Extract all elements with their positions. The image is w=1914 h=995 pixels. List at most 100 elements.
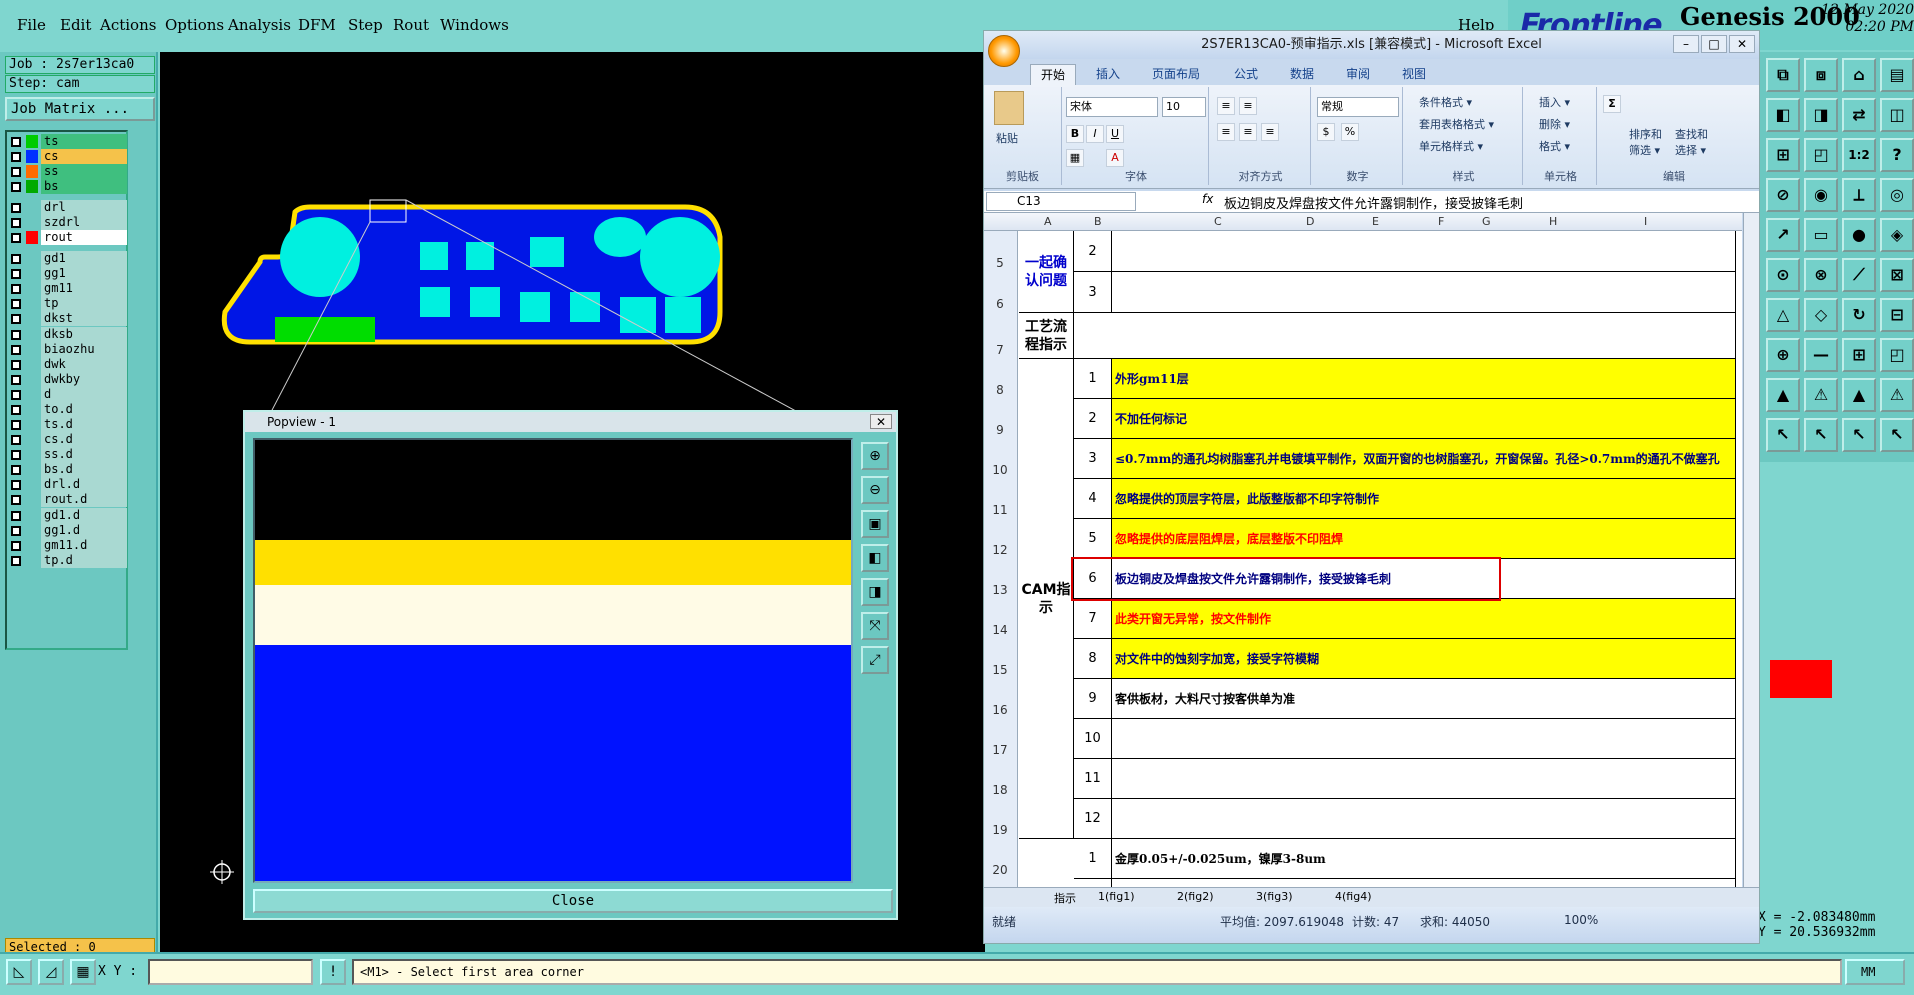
popview-close-button[interactable]: Close	[253, 889, 893, 913]
tool-button-icon[interactable]: ⌂	[1842, 58, 1876, 92]
group-label[interactable]: CAM指示	[1019, 359, 1074, 839]
layer-checkbox[interactable]	[11, 167, 21, 178]
sheet-tab[interactable]: 指示	[1054, 890, 1076, 906]
item-number[interactable]: 1	[1074, 359, 1112, 399]
row-header[interactable]: 17	[984, 743, 1016, 757]
close-icon[interactable]: ✕	[1729, 35, 1755, 53]
tool-button-icon[interactable]: ◈	[1880, 218, 1914, 252]
zoom-out-icon[interactable]: ⊖	[861, 476, 889, 504]
item-text[interactable]: 不加任何标记	[1112, 399, 1736, 439]
item-number[interactable]: 3	[1074, 272, 1112, 313]
layer-row[interactable]: ts.d	[9, 417, 127, 433]
tool-button-icon[interactable]: ↖	[1804, 418, 1838, 452]
sheet-tab[interactable]: 1(fig1)	[1098, 890, 1135, 903]
tool-button-icon[interactable]: ↖	[1880, 418, 1914, 452]
item-text[interactable]: 客供板材，大料尺寸按客供单为准	[1112, 679, 1736, 719]
layer-row[interactable]: szdrl	[9, 215, 127, 231]
layer-checkbox[interactable]	[11, 510, 21, 521]
layer-row[interactable]: gd1.d	[9, 507, 127, 523]
tool-button-icon[interactable]: ▤	[1880, 58, 1914, 92]
layer-row[interactable]: gg1	[9, 266, 127, 282]
layer-row[interactable]: tp	[9, 296, 127, 312]
row-header[interactable]: 19	[984, 823, 1016, 837]
column-header[interactable]: G	[1482, 215, 1491, 228]
percent-icon[interactable]: %	[1341, 123, 1359, 141]
layer-checkbox[interactable]	[11, 374, 21, 385]
item-number[interactable]: 5	[1074, 519, 1112, 559]
tool-button-icon[interactable]: ⧈	[1804, 58, 1838, 92]
tool-button-icon[interactable]: ⊞	[1842, 338, 1876, 372]
tool-button-icon[interactable]: ⇄	[1842, 98, 1876, 132]
tool-button-icon[interactable]: ↗	[1766, 218, 1800, 252]
table-format-button[interactable]: 套用表格格式 ▾	[1419, 117, 1494, 133]
tool-button-icon[interactable]: ◉	[1804, 178, 1838, 212]
job-matrix-button[interactable]: Job Matrix ...	[5, 97, 155, 121]
sheet-tab[interactable]: 4(fig4)	[1335, 890, 1372, 903]
layer-row[interactable]: gd1	[9, 251, 127, 267]
spreadsheet-grid[interactable]: ABCDEFGHI 56789101112131415161718192021 …	[984, 213, 1742, 887]
layer-checkbox[interactable]	[11, 182, 21, 193]
tool-button-icon[interactable]: ⚠	[1804, 378, 1838, 412]
layer-row[interactable]: dwk	[9, 356, 127, 372]
layer-row[interactable]: dksb	[9, 326, 127, 342]
layer-row[interactable]: to.d	[9, 401, 127, 417]
align-middle-icon[interactable]: ≡	[1239, 97, 1257, 115]
tab-5[interactable]: 审阅	[1336, 64, 1380, 85]
item-number[interactable]: 10	[1074, 719, 1112, 759]
row-header[interactable]: 18	[984, 783, 1016, 797]
item-number[interactable]: 8	[1074, 639, 1112, 679]
layer-checkbox[interactable]	[11, 152, 21, 163]
popview-title[interactable]: Popview - 1	[245, 412, 896, 432]
item-text[interactable]: 忽略提供的底层阻焊层，底层整版不印阻焊	[1112, 519, 1736, 559]
tool-button-icon[interactable]: ↖	[1842, 418, 1876, 452]
tab-6[interactable]: 视图	[1392, 64, 1436, 85]
zoom-home-icon[interactable]: ▣	[861, 510, 889, 538]
tool-button-icon[interactable]: ⊙	[1766, 258, 1800, 292]
italic-icon[interactable]: I	[1086, 125, 1104, 143]
layer-row[interactable]: ts	[9, 134, 127, 149]
layer-row[interactable]: dwkby	[9, 371, 127, 387]
row-header[interactable]: 14	[984, 623, 1016, 637]
tab-4[interactable]: 数据	[1280, 64, 1324, 85]
number-format-select[interactable]: 常规	[1317, 97, 1399, 117]
measure-icon[interactable]: ◺	[6, 959, 32, 985]
sheet-tab[interactable]: 3(fig3)	[1256, 890, 1293, 903]
menu-actions[interactable]: Actions	[100, 16, 156, 34]
menu-rout[interactable]: Rout	[393, 16, 429, 34]
column-header[interactable]: F	[1438, 215, 1444, 228]
font-color-icon[interactable]: A	[1106, 149, 1124, 167]
column-header[interactable]: E	[1372, 215, 1379, 228]
paste-button[interactable]: 粘贴	[996, 131, 1018, 147]
item-number[interactable]: 12	[1074, 799, 1112, 839]
column-header[interactable]: I	[1644, 215, 1647, 228]
tool-button-icon[interactable]: ⟂	[1842, 178, 1876, 212]
tool-button-icon[interactable]: ●	[1842, 218, 1876, 252]
layer-row[interactable]: biaozhu	[9, 341, 127, 357]
row-header[interactable]: 11	[984, 503, 1016, 517]
tool-button-icon[interactable]: ↖	[1766, 418, 1800, 452]
item-number[interactable]: 7	[1074, 599, 1112, 639]
layer-checkbox[interactable]	[11, 299, 21, 310]
row-header[interactable]: 9	[984, 423, 1016, 437]
item-text[interactable]: 终检：外观平整，镀层均匀无划痕	[1112, 879, 1736, 887]
layer-row[interactable]: gm11.d	[9, 537, 127, 553]
item-number[interactable]: 1	[1074, 839, 1112, 879]
column-header[interactable]: H	[1549, 215, 1557, 228]
group-label[interactable]: 工艺流程指示	[1019, 313, 1074, 359]
tool-button-icon[interactable]: ◰	[1880, 338, 1914, 372]
item-text[interactable]	[1112, 759, 1736, 799]
tab-2[interactable]: 页面布局	[1142, 64, 1210, 85]
layer-row[interactable]: cs	[9, 149, 127, 165]
minimize-icon[interactable]: –	[1673, 35, 1699, 53]
layer-row[interactable]: rout.d	[9, 492, 127, 508]
menu-dfm[interactable]: DFM	[298, 16, 336, 34]
menu-windows[interactable]: Windows	[440, 16, 509, 34]
layer-checkbox[interactable]	[11, 284, 21, 295]
info-icon[interactable]: !	[320, 959, 346, 985]
tool-button-icon[interactable]: ⊗	[1804, 258, 1838, 292]
align-center-icon[interactable]: ≡	[1239, 123, 1257, 141]
layer-checkbox[interactable]	[11, 389, 21, 400]
item-text[interactable]: 外形gm11层	[1112, 359, 1736, 399]
find-select-button[interactable]: 查找和选择 ▾	[1675, 127, 1717, 159]
row-header[interactable]: 16	[984, 703, 1016, 717]
